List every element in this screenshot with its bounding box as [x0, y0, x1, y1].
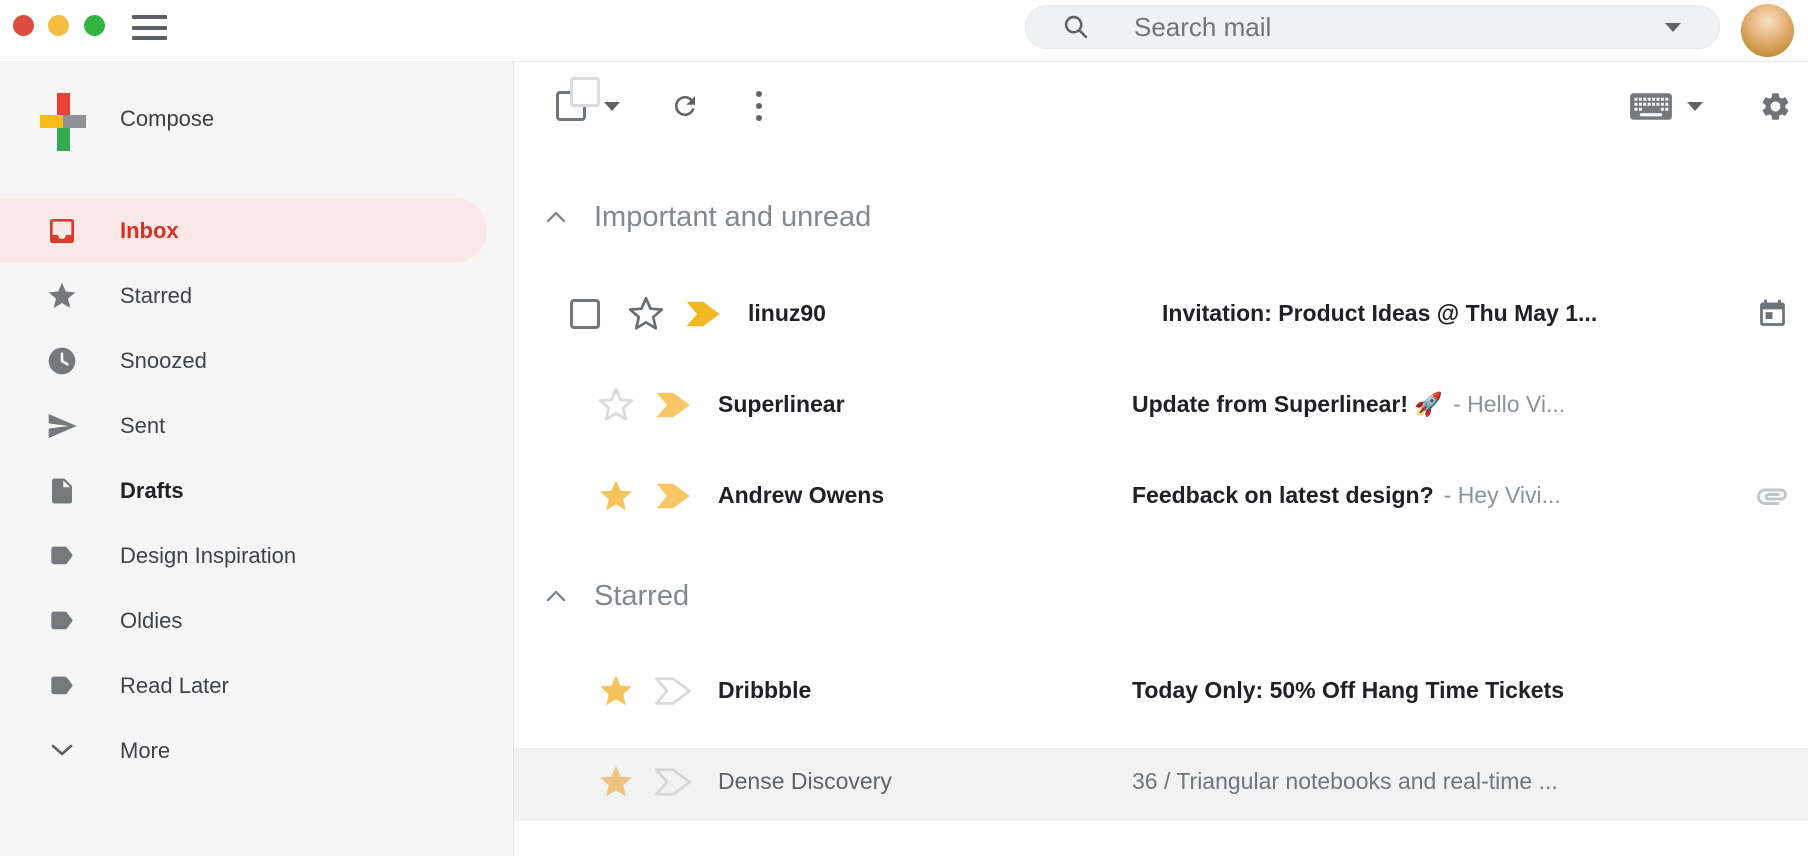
- collapse-section-icon[interactable]: [546, 211, 566, 223]
- email-subject-wrap: Invitation: Product Ideas @ Thu May 1...: [1162, 300, 1740, 327]
- compose-button[interactable]: Compose: [0, 92, 513, 152]
- star-icon[interactable]: [597, 477, 635, 515]
- star-icon[interactable]: [627, 295, 665, 333]
- search-placeholder: Search mail: [1134, 12, 1271, 43]
- importance-marker-icon[interactable]: [652, 768, 696, 796]
- minimize-window-button[interactable]: [48, 15, 69, 36]
- sidebar-item-sent[interactable]: Sent: [0, 393, 513, 458]
- compose-plus-icon: [40, 92, 88, 152]
- search-options-caret-icon[interactable]: [1665, 23, 1681, 32]
- star-icon[interactable]: [597, 763, 635, 801]
- sidebar: Compose Inbox Starred Snoozed Sent: [0, 62, 514, 856]
- sidebar-item-design-inspiration[interactable]: Design Inspiration: [0, 523, 513, 588]
- section-header-important: Important and unread: [546, 194, 1808, 240]
- refresh-icon: [670, 91, 700, 121]
- select-options-caret-icon[interactable]: [604, 102, 620, 111]
- importance-marker-icon[interactable]: [652, 677, 696, 705]
- more-options-button[interactable]: [756, 91, 762, 121]
- email-subject-wrap: 36 / Triangular notebooks and real-time …: [1132, 768, 1792, 795]
- sidebar-item-label: More: [120, 738, 170, 764]
- list-toolbar: [514, 62, 1808, 150]
- sidebar-nav: Inbox Starred Snoozed Sent Drafts: [0, 198, 513, 783]
- row-checkbox[interactable]: [570, 77, 600, 107]
- zoom-window-button[interactable]: [84, 15, 105, 36]
- calendar-icon: [1752, 297, 1792, 330]
- compose-label: Compose: [120, 106, 214, 132]
- section-title: Important and unread: [594, 201, 871, 234]
- inbox-icon: [44, 213, 80, 249]
- label-icon: [44, 668, 80, 704]
- chevron-down-icon: [44, 733, 80, 769]
- input-tools-caret-icon[interactable]: [1687, 102, 1703, 111]
- toolbar-right-group: [1629, 90, 1792, 123]
- email-subject: Update from Superlinear! 🚀: [1132, 391, 1443, 417]
- topbar: Search mail: [0, 0, 1808, 62]
- sidebar-item-label: Sent: [120, 413, 165, 439]
- paperclip-icon: [1752, 478, 1792, 514]
- sidebar-item-more[interactable]: More: [0, 718, 513, 783]
- settings-button[interactable]: [1759, 90, 1792, 123]
- star-icon[interactable]: [597, 386, 635, 424]
- main-menu-icon[interactable]: [132, 15, 167, 41]
- label-icon: [44, 603, 80, 639]
- email-sender: Dribbble: [718, 677, 1106, 704]
- section-header-starred: Starred: [546, 573, 1808, 619]
- sidebar-item-label: Oldies: [120, 608, 182, 634]
- email-subject: Invitation: Product Ideas @ Thu May 1...: [1162, 300, 1597, 326]
- email-sender: Dense Discovery: [718, 768, 1106, 795]
- label-icon: [44, 538, 80, 574]
- row-checkbox[interactable]: [570, 299, 600, 329]
- email-subject-wrap: Feedback on latest design? - Hey Vivi...: [1132, 482, 1740, 509]
- email-row[interactable]: Superlinear Update from Superlinear! 🚀 - …: [514, 359, 1808, 450]
- mail-list-pane: Important and unread linuz90 Invitation:…: [514, 62, 1808, 856]
- search-icon: [1062, 13, 1090, 41]
- section-title: Starred: [594, 580, 689, 613]
- importance-marker-icon[interactable]: [652, 391, 696, 419]
- refresh-button[interactable]: [670, 91, 700, 121]
- email-subject: Today Only: 50% Off Hang Time Tickets: [1132, 677, 1564, 703]
- email-subject: Feedback on latest design?: [1132, 482, 1434, 508]
- sidebar-item-starred[interactable]: Starred: [0, 263, 513, 328]
- sidebar-item-oldies[interactable]: Oldies: [0, 588, 513, 653]
- email-sender: Andrew Owens: [718, 482, 1106, 509]
- importance-marker-icon[interactable]: [652, 482, 696, 510]
- email-sender: linuz90: [748, 300, 1136, 327]
- importance-marker-icon[interactable]: [682, 300, 726, 328]
- email-row[interactable]: linuz90 Invitation: Product Ideas @ Thu …: [514, 268, 1808, 359]
- user-avatar[interactable]: [1741, 4, 1794, 57]
- sidebar-item-label: Design Inspiration: [120, 543, 296, 569]
- sidebar-item-read-later[interactable]: Read Later: [0, 653, 513, 718]
- email-subject: 36 / Triangular notebooks and real-time …: [1132, 768, 1558, 794]
- draft-icon: [44, 473, 80, 509]
- close-window-button[interactable]: [13, 15, 34, 36]
- sidebar-item-label: Starred: [120, 283, 192, 309]
- email-row[interactable]: Dribbble Today Only: 50% Off Hang Time T…: [514, 645, 1808, 736]
- star-icon[interactable]: [597, 672, 635, 710]
- gmail-window: { "colors": { "accent_red": "#d93025", "…: [0, 0, 1808, 856]
- email-subject-wrap: Today Only: 50% Off Hang Time Tickets: [1132, 677, 1792, 704]
- email-row[interactable]: Andrew Owens Feedback on latest design?-…: [514, 450, 1808, 541]
- sidebar-item-inbox[interactable]: Inbox: [0, 198, 487, 263]
- email-subject-wrap: Update from Superlinear! 🚀 - Hello Vi...: [1132, 391, 1792, 418]
- keyboard-icon[interactable]: [1629, 92, 1673, 121]
- clock-icon: [44, 343, 80, 379]
- star-icon: [44, 278, 80, 314]
- sidebar-item-label: Read Later: [120, 673, 229, 699]
- email-row[interactable]: Dense Discovery 36 / Triangular notebook…: [514, 736, 1808, 827]
- collapse-section-icon[interactable]: [546, 590, 566, 602]
- sidebar-item-label: Snoozed: [120, 348, 207, 374]
- search-input[interactable]: Search mail: [1025, 5, 1720, 49]
- sidebar-item-label: Drafts: [120, 478, 184, 504]
- send-icon: [44, 408, 80, 444]
- sidebar-item-snoozed[interactable]: Snoozed: [0, 328, 513, 393]
- email-sender: Superlinear: [718, 391, 1106, 418]
- gear-icon: [1759, 90, 1792, 123]
- sidebar-item-label: Inbox: [120, 218, 179, 244]
- sidebar-item-drafts[interactable]: Drafts: [0, 458, 513, 523]
- email-snippet: - Hello Vi...: [1453, 391, 1565, 417]
- email-snippet: - Hey Vivi...: [1444, 482, 1561, 508]
